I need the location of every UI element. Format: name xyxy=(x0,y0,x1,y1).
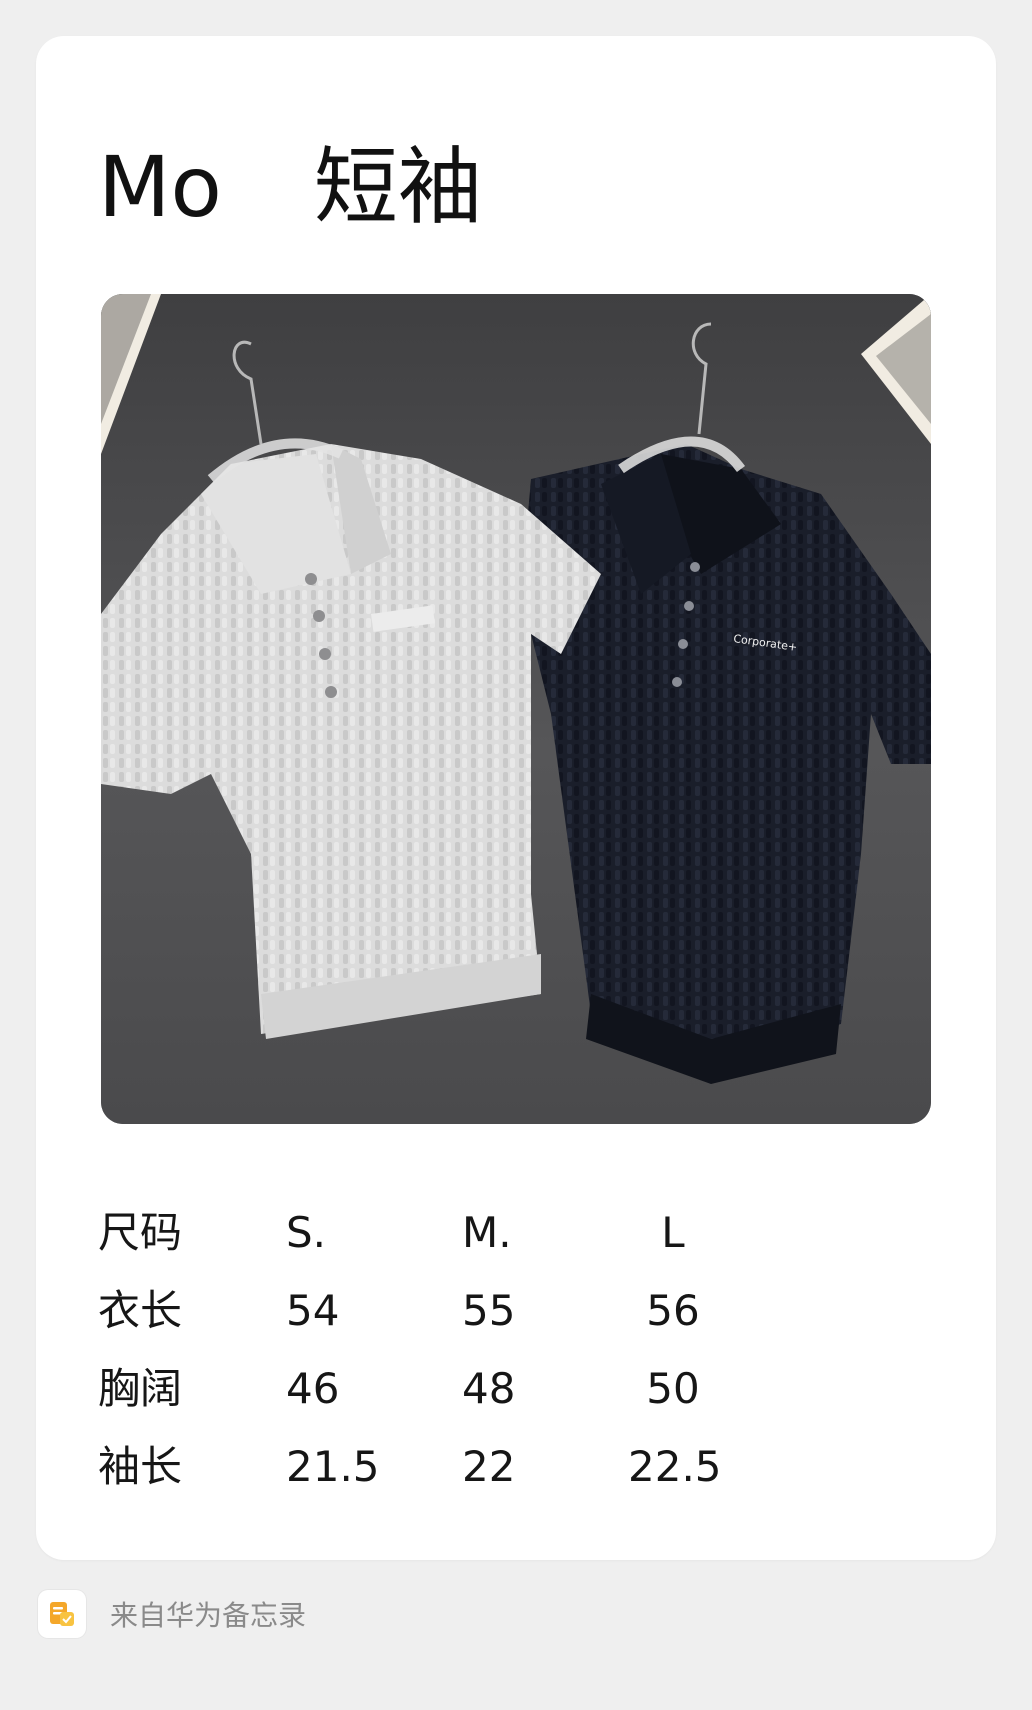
table-cell: 22.5 xyxy=(628,1442,722,1491)
product-photo[interactable]: Corporate+ xyxy=(101,294,931,1124)
table-cell: 55 xyxy=(462,1286,516,1335)
memo-app-icon xyxy=(38,1590,86,1638)
table-cell: 21.5 xyxy=(286,1442,380,1491)
row-label: 尺码 xyxy=(98,1208,183,1257)
row-label: 胸阔 xyxy=(98,1364,183,1413)
table-row-length: 衣长 54 55 56 xyxy=(98,1272,798,1350)
table-row-sleeve: 袖长 21.5 22 22.5 xyxy=(98,1428,798,1506)
size-l: L xyxy=(661,1208,685,1257)
size-table: 尺码 S. M. L 衣长 54 55 56 胸阔 46 48 50 袖长 21… xyxy=(98,1194,798,1506)
table-cell: 48 xyxy=(462,1364,516,1413)
table-cell: 46 xyxy=(286,1364,340,1413)
item-name: 短袖 xyxy=(313,138,482,236)
source-footer[interactable]: 来自华为备忘录 xyxy=(38,1588,306,1640)
table-cell: 56 xyxy=(646,1286,700,1335)
table-row-size: 尺码 S. M. L xyxy=(98,1194,798,1272)
size-m: M. xyxy=(462,1208,512,1257)
table-row-chest: 胸阔 46 48 50 xyxy=(98,1350,798,1428)
note-title: Mo 短袖 xyxy=(98,132,482,242)
table-cell: 50 xyxy=(646,1364,700,1413)
table-cell: 54 xyxy=(286,1286,340,1335)
source-text: 来自华为备忘录 xyxy=(110,1599,307,1632)
table-cell: 22 xyxy=(462,1442,516,1491)
row-label: 袖长 xyxy=(98,1442,183,1491)
two-polo-shirts-image: Corporate+ xyxy=(101,294,931,1124)
row-label: 衣长 xyxy=(98,1286,183,1335)
brand-name: Mo xyxy=(98,138,222,236)
size-s: S. xyxy=(286,1208,327,1257)
note-card: Mo 短袖 Corporate+ 尺码 S. M. L 衣长 54 55 56 … xyxy=(36,36,996,1560)
